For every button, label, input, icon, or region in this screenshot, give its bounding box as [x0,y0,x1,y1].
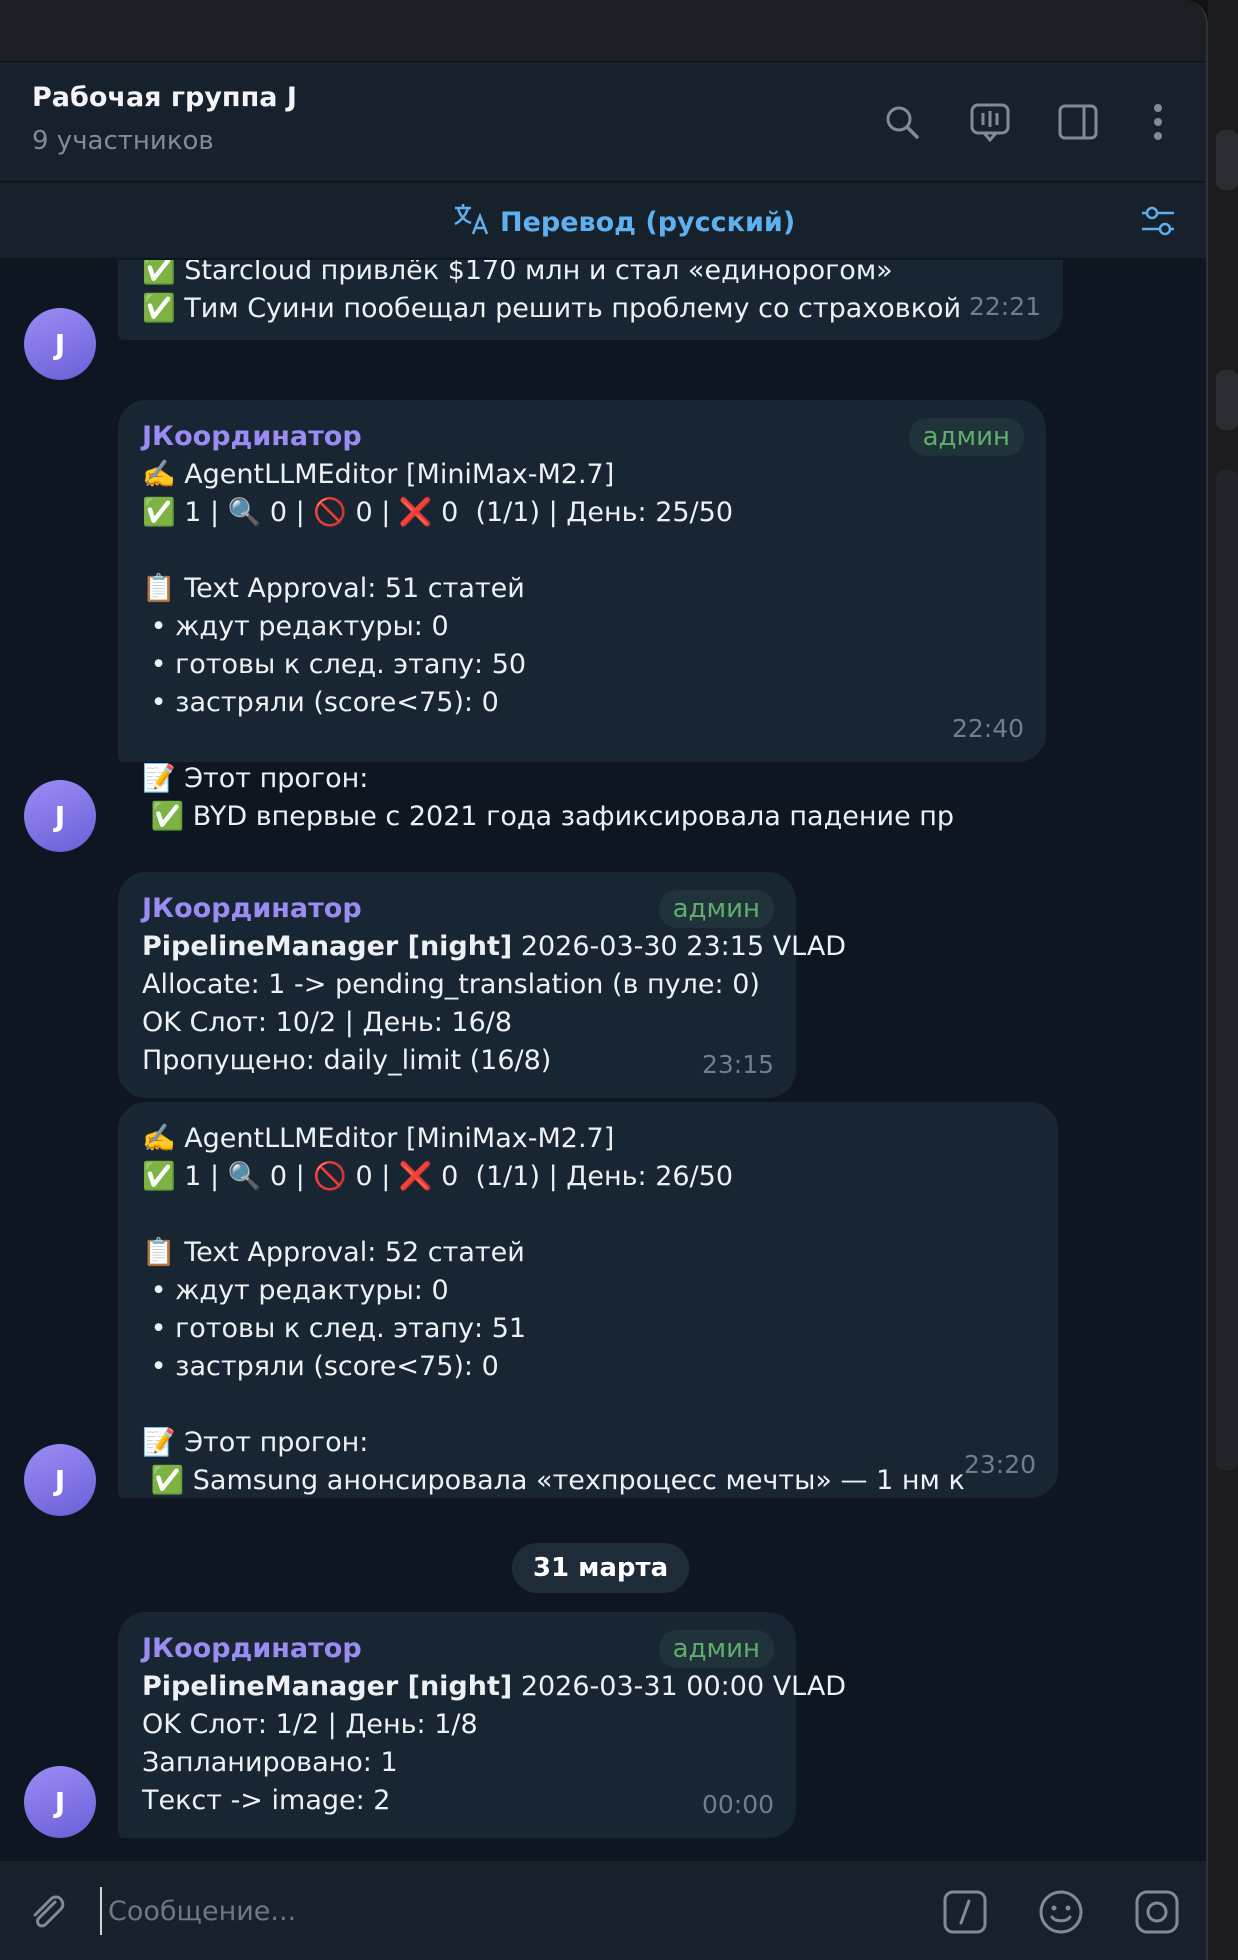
emoji-icon[interactable] [1036,1887,1086,1937]
livestream-icon[interactable] [968,100,1012,144]
message-line [142,722,1022,760]
message-line: Запланировано: 1 [142,1747,398,1778]
message-time: 23:20 [963,1450,1036,1479]
avatar[interactable]: J [24,1766,96,1838]
admin-badge: админ [658,1630,774,1668]
message-line: 📝 Этот прогон: [142,1427,369,1458]
sender-name[interactable]: JКоординатор [142,418,1022,456]
admin-badge: админ [908,418,1024,456]
translate-label: Перевод (русский) [500,207,796,238]
message-line: Текст -> image: 2 [142,1785,391,1816]
commands-icon[interactable] [940,1887,990,1937]
attach-icon[interactable] [22,1887,72,1937]
message-line: 2026-03-30 23:15 VLAD [512,931,847,962]
window-titlebar [0,0,1206,62]
message-line: ✅ 1 | 🔍 0 | 🚫 0 | ❌ 0 (1/1) | День: 25/5… [142,497,734,528]
message-line: ✍️ AgentLLMEditor [MiniMax-M2.7] [142,1123,615,1154]
message-line: ✅ BYD впервые с 2021 года зафиксировала … [142,801,955,832]
message-line: ✅ Starcloud привлёк $170 млн и стал «еди… [142,260,893,286]
telegram-window: Рабочая группа J 9 участников Перевод (р… [0,0,1208,1960]
message-line: ✍️ AgentLLMEditor [MiniMax-M2.7] [142,459,615,490]
message-line: • готовы к след. этапу: 50 [142,649,527,680]
message-bubble[interactable]: ✍️ AgentLLMEditor [MiniMax-M2.7] ✅ 1 | 🔍… [118,1102,1058,1498]
message-bubble[interactable]: JКоординатор админ ✍️ AgentLLMEditor [Mi… [118,400,1046,832]
message-line: 📝 Этот прогон: [142,763,369,794]
translate-bar[interactable]: Перевод (русский) [0,183,1206,259]
message-list[interactable]: ✅ Starcloud привлёк $170 млн и стал «еди… [0,260,1206,1860]
message-time: 22:40 [951,714,1024,743]
message-bubble[interactable]: JКоординатор админ PipelineManager [nigh… [118,1612,846,1838]
message-line: OK Слот: 1/2 | День: 1/8 [142,1709,478,1740]
message-bubble[interactable]: JКоординатор админ PipelineManager [nigh… [118,872,846,1098]
more-vertical-icon[interactable] [1136,100,1180,144]
date-separator[interactable]: 31 марта [512,1543,689,1593]
message-line: 2026-03-31 00:00 VLAD [512,1671,847,1702]
filter-settings-icon[interactable] [1138,201,1178,245]
message-line [142,532,1022,570]
search-icon[interactable] [880,100,924,144]
bot-name: PipelineManager [night] [142,931,513,962]
translate-button[interactable]: Перевод (русский) [452,201,795,244]
message-line: • ждут редактуры: 0 [142,1275,449,1306]
bot-name: PipelineManager [night] [142,1671,513,1702]
member-count: 9 участников [32,126,214,156]
message-line: • застряли (score<75): 0 [142,1351,499,1382]
message-line: ✅ Тим Суини пообещал решить проблему со … [142,293,962,324]
camera-icon[interactable] [1132,1887,1182,1937]
message-bubble[interactable]: ✅ Starcloud привлёк $170 млн и стал «еди… [118,260,1063,340]
message-line: ✅ Samsung анонсировала «техпроцесс мечты… [142,1465,965,1496]
background-window [1208,0,1238,1960]
message-line: OK Слот: 10/2 | День: 16/8 [142,1007,513,1038]
message-input[interactable] [100,1887,900,1935]
chat-header[interactable]: Рабочая группа J 9 участников [0,62,1206,182]
message-line: 📋 Text Approval: 52 статей [142,1237,525,1268]
message-line: • застряли (score<75): 0 [142,687,499,718]
admin-badge: админ [658,890,774,928]
message-time: 00:00 [701,1790,774,1819]
translate-icon [452,201,492,244]
sidebar-toggle-icon[interactable] [1056,100,1100,144]
avatar[interactable]: J [24,780,96,852]
message-line: • готовы к след. этапу: 51 [142,1313,527,1344]
message-time: 22:21 [968,292,1041,321]
message-line: 📋 Text Approval: 51 статей [142,573,525,604]
message-composer [0,1860,1206,1960]
message-line: Allocate: 1 -> pending_translation (в пу… [142,969,760,1000]
avatar[interactable]: J [24,1444,96,1516]
message-line: • ждут редактуры: 0 [142,611,449,642]
chat-title[interactable]: Рабочая группа J [32,82,297,113]
message-line [142,1196,1034,1234]
message-time: 23:15 [701,1050,774,1079]
message-line: ✅ 1 | 🔍 0 | 🚫 0 | ❌ 0 (1/1) | День: 26/5… [142,1161,734,1192]
avatar[interactable]: J [24,308,96,380]
message-line [142,1386,1034,1424]
message-line: Пропущено: daily_limit (16/8) [142,1045,552,1076]
